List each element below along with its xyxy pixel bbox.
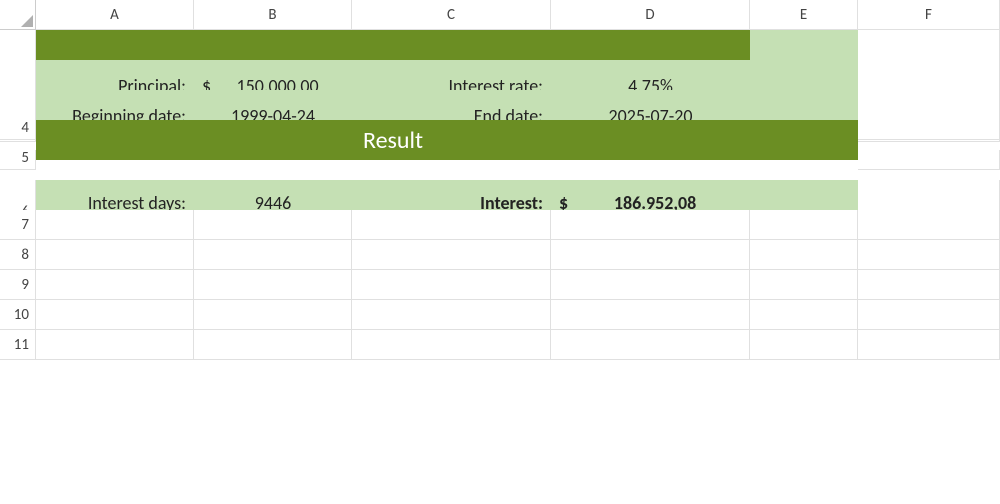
- cell-D10[interactable]: [551, 300, 750, 330]
- row-header-9[interactable]: 9: [0, 270, 36, 300]
- cell-E10[interactable]: [750, 300, 858, 330]
- col-header-A[interactable]: A: [36, 0, 194, 30]
- cell-F8[interactable]: [858, 240, 1000, 270]
- cell-C11[interactable]: [352, 330, 551, 360]
- cell-B7[interactable]: [194, 210, 352, 240]
- cell-C9[interactable]: [352, 270, 551, 300]
- col-header-E[interactable]: E: [750, 0, 858, 30]
- cell-A7[interactable]: [36, 210, 194, 240]
- cell-A10[interactable]: [36, 300, 194, 330]
- cell-E7[interactable]: [750, 210, 858, 240]
- cell-C8[interactable]: [352, 240, 551, 270]
- cell-B11[interactable]: [194, 330, 352, 360]
- col-header-F[interactable]: F: [858, 0, 1000, 30]
- cell-F4[interactable]: [858, 120, 1000, 140]
- row-header-4[interactable]: 4: [0, 120, 36, 140]
- cell-E8[interactable]: [750, 240, 858, 270]
- cell-E9[interactable]: [750, 270, 858, 300]
- cell-F11[interactable]: [858, 330, 1000, 360]
- cell-C10[interactable]: [352, 300, 551, 330]
- select-all-corner[interactable]: [0, 0, 36, 30]
- cell-E11[interactable]: [750, 330, 858, 360]
- cell-B9[interactable]: [194, 270, 352, 300]
- cell-D9[interactable]: [551, 270, 750, 300]
- row-header-7[interactable]: 7: [0, 210, 36, 240]
- cell-D7[interactable]: [551, 210, 750, 240]
- cell-C7[interactable]: [352, 210, 551, 240]
- row-header-10[interactable]: 10: [0, 300, 36, 330]
- cell-F7[interactable]: [858, 210, 1000, 240]
- col-header-C[interactable]: C: [352, 0, 551, 30]
- cell-F9[interactable]: [858, 270, 1000, 300]
- cell-D8[interactable]: [551, 240, 750, 270]
- cell-B10[interactable]: [194, 300, 352, 330]
- cell-F10[interactable]: [858, 300, 1000, 330]
- row-header-5[interactable]: 5: [0, 150, 36, 170]
- col-header-B[interactable]: B: [194, 0, 352, 30]
- result-header[interactable]: Result: [36, 120, 750, 160]
- row-header-11[interactable]: 11: [0, 330, 36, 360]
- cell-A8[interactable]: [36, 240, 194, 270]
- cell-A9[interactable]: [36, 270, 194, 300]
- row-header-8[interactable]: 8: [0, 240, 36, 270]
- cell-A11[interactable]: [36, 330, 194, 360]
- cell-E4[interactable]: [750, 120, 858, 160]
- cell-F5[interactable]: [858, 150, 1000, 170]
- cell-D11[interactable]: [551, 330, 750, 360]
- col-header-D[interactable]: D: [551, 0, 750, 30]
- cell-B8[interactable]: [194, 240, 352, 270]
- spreadsheet: A B C D E F 1 Exact daily interest calcu…: [0, 0, 1000, 360]
